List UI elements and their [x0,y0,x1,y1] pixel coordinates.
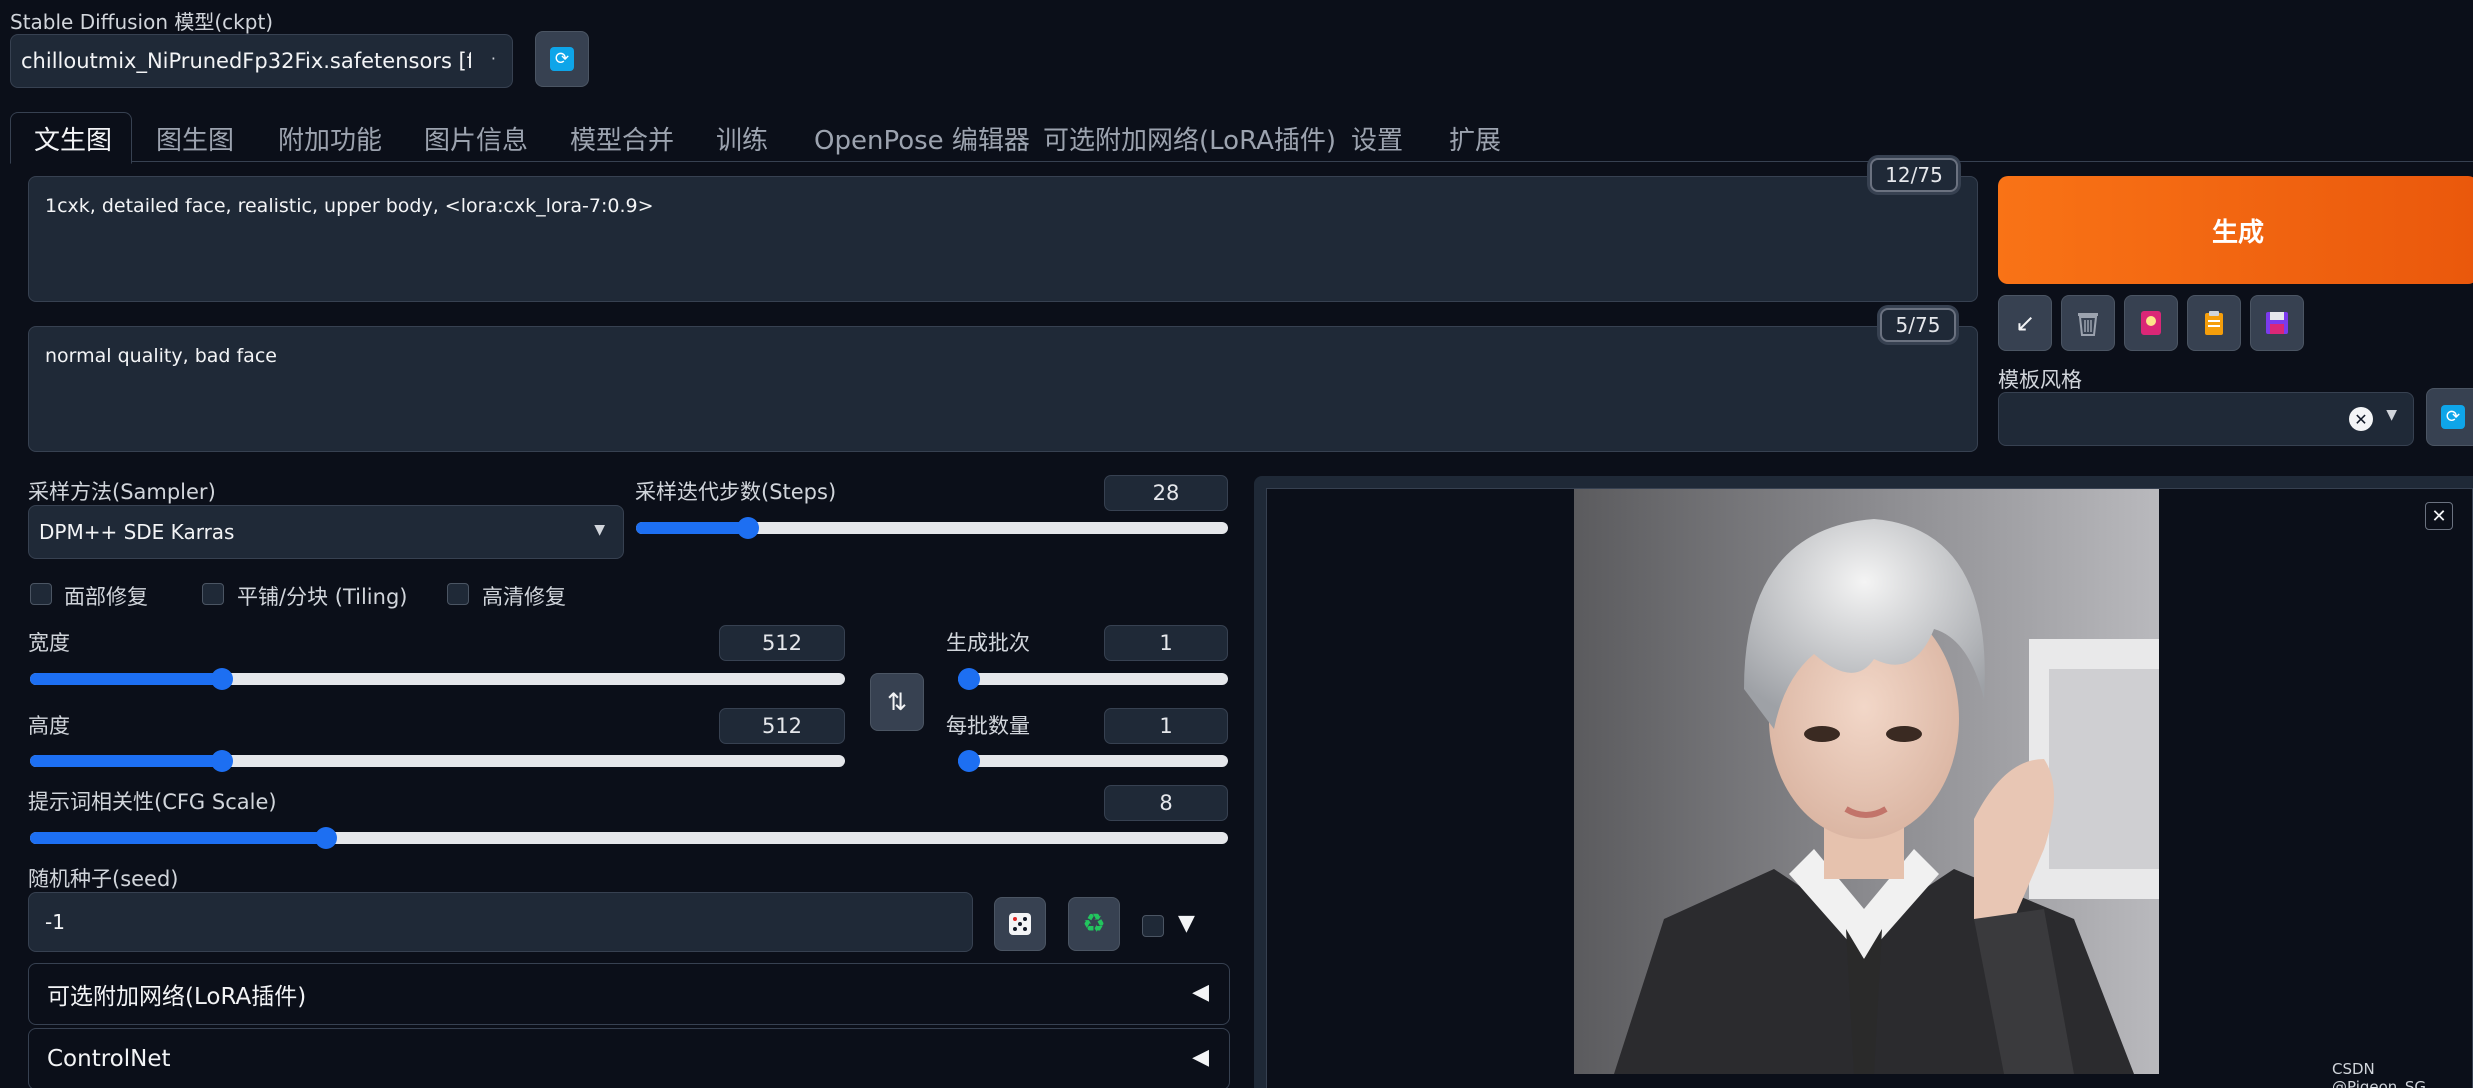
swap-dimensions-button[interactable]: ⇅ [870,673,924,731]
clipboard-icon [2205,311,2223,335]
model-label: Stable Diffusion 模型(ckpt) [10,10,274,34]
accordion-controlnet[interactable]: ControlNet ◀ [28,1028,1230,1088]
tab-png-info[interactable]: 图片信息 [424,120,528,157]
save-style-button[interactable] [2250,295,2304,351]
triangle-left-icon: ◀ [1192,980,1209,1005]
accordion-controlnet-label: ControlNet [47,1046,171,1072]
arrow-icon: ↙ [2014,309,2036,337]
reuse-seed-button[interactable]: ♻ [1068,897,1120,951]
height-slider-fill [30,755,222,767]
width-slider[interactable] [30,668,845,690]
extra-networks-button[interactable] [2124,295,2178,351]
pink-card-icon [2141,311,2161,335]
extra-seed-checkbox[interactable] [1142,915,1164,937]
negative-prompt-token-counter: 5/75 [1880,308,1956,342]
styles-refresh-button[interactable]: ⟳ [2426,388,2473,446]
styles-dropdown[interactable]: ✕ ▼ [1998,392,2414,446]
face-restore-label: 面部修复 [64,585,148,609]
cfg-scale-slider[interactable] [30,827,1228,849]
tab-train[interactable]: 训练 [716,120,768,157]
batch-count-label: 生成批次 [946,631,1030,655]
clear-prompt-button[interactable] [2061,295,2115,351]
close-icon[interactable]: ✕ [2425,502,2453,530]
triangle-down-icon[interactable]: ▼ [1178,911,1195,936]
tab-openpose-editor[interactable]: OpenPose 编辑器 [814,120,1030,157]
cfg-scale-number-input[interactable]: 8 [1104,785,1228,821]
batch-count-slider[interactable] [958,668,1228,690]
tab-checkpoint-merger[interactable]: 模型合并 [570,120,674,157]
width-number-input[interactable]: 512 [719,625,845,661]
generate-button[interactable]: 生成 [1998,176,2473,284]
tab-settings[interactable]: 设置 [1351,120,1403,157]
read-params-button[interactable]: ↙ [1998,295,2052,351]
prompt-textarea[interactable]: 1cxk, detailed face, realistic, upper bo… [28,176,1978,302]
triangle-left-icon: ◀ [1192,1045,1209,1070]
width-slider-thumb[interactable] [211,668,233,690]
seed-value: -1 [45,910,65,934]
tiling-checkbox[interactable] [202,583,224,605]
tab-img2img[interactable]: 图生图 [156,120,234,157]
refresh-icon: ⟳ [2441,405,2465,429]
sampler-label: 采样方法(Sampler) [28,480,216,504]
height-number-input[interactable]: 512 [719,708,845,744]
negative-prompt-textarea[interactable]: normal quality, bad face [28,326,1978,452]
watermark: CSDN @Pigeon_SG [2332,1060,2426,1088]
model-select[interactable]: chilloutmix_NiPrunedFp32Fix.safetensors … [10,34,513,88]
tab-extras[interactable]: 附加功能 [278,120,382,157]
recycle-icon: ♻ [1082,909,1106,939]
hires-fix-label: 高清修复 [482,585,566,609]
sampler-dropdown[interactable]: DPM++ SDE Karras ▼ [28,505,624,559]
steps-slider-fill [636,522,748,534]
chevron-down-icon: · [490,49,496,68]
styles-label: 模板风格 [1998,368,2082,392]
hires-fix-checkbox[interactable] [447,583,469,605]
accordion-additional-networks[interactable]: 可选附加网络(LoRA插件) ◀ [28,963,1230,1025]
chevron-down-icon: ▼ [594,522,605,538]
prompt-token-counter: 12/75 [1870,158,1958,192]
batch-size-slider-thumb[interactable] [958,750,980,772]
trash-icon [2078,313,2098,336]
width-label: 宽度 [28,631,70,655]
batch-size-slider[interactable] [958,750,1228,772]
batch-count-number-input[interactable]: 1 [1104,625,1228,661]
swap-arrows-icon: ⇅ [886,688,908,716]
model-refresh-button[interactable]: ⟳ [535,31,589,87]
refresh-icon: ⟳ [550,47,574,71]
seed-input[interactable]: -1 [28,892,973,952]
face-restore-checkbox[interactable] [30,583,52,605]
accordion-additional-networks-label: 可选附加网络(LoRA插件) [47,984,307,1010]
tab-bar: 文生图 图生图 附加功能 图片信息 模型合并 训练 OpenPose 编辑器 可… [10,112,2473,164]
cfg-scale-slider-thumb[interactable] [315,827,337,849]
tab-extensions[interactable]: 扩展 [1449,120,1501,157]
height-slider[interactable] [30,750,845,772]
cfg-scale-label: 提示词相关性(CFG Scale) [28,790,277,814]
height-label: 高度 [28,714,70,738]
batch-count-slider-thumb[interactable] [958,668,980,690]
tab-label-txt2img: 文生图 [34,126,113,156]
seed-label: 随机种子(seed) [28,867,179,891]
prompt-text: 1cxk, detailed face, realistic, upper bo… [45,195,654,217]
tiling-label: 平铺/分块 (Tiling) [237,585,408,609]
steps-number-input[interactable]: 28 [1104,475,1228,511]
random-seed-button[interactable] [994,897,1046,951]
height-slider-thumb[interactable] [211,750,233,772]
steps-slider-thumb[interactable] [737,517,759,539]
negative-prompt-text: normal quality, bad face [45,345,277,367]
cfg-scale-slider-fill [30,832,326,844]
steps-slider[interactable] [636,517,1228,539]
model-select-value: chilloutmix_NiPrunedFp32Fix.safetensors … [21,49,471,73]
generate-label: 生成 [2211,217,2264,248]
apply-style-button[interactable] [2187,295,2241,351]
width-slider-fill [30,673,222,685]
sampler-value: DPM++ SDE Karras [39,520,235,544]
steps-label: 采样迭代步数(Steps) [635,480,837,504]
clear-icon[interactable]: ✕ [2349,407,2373,431]
tab-additional-networks[interactable]: 可选附加网络(LoRA插件) [1043,120,1336,157]
save-icon [2266,312,2288,334]
batch-size-label: 每批数量 [946,714,1030,738]
chevron-down-icon: ▼ [2386,407,2397,423]
dice-icon [1009,913,1031,935]
generated-image[interactable] [1574,489,2159,1074]
batch-size-number-input[interactable]: 1 [1104,708,1228,744]
